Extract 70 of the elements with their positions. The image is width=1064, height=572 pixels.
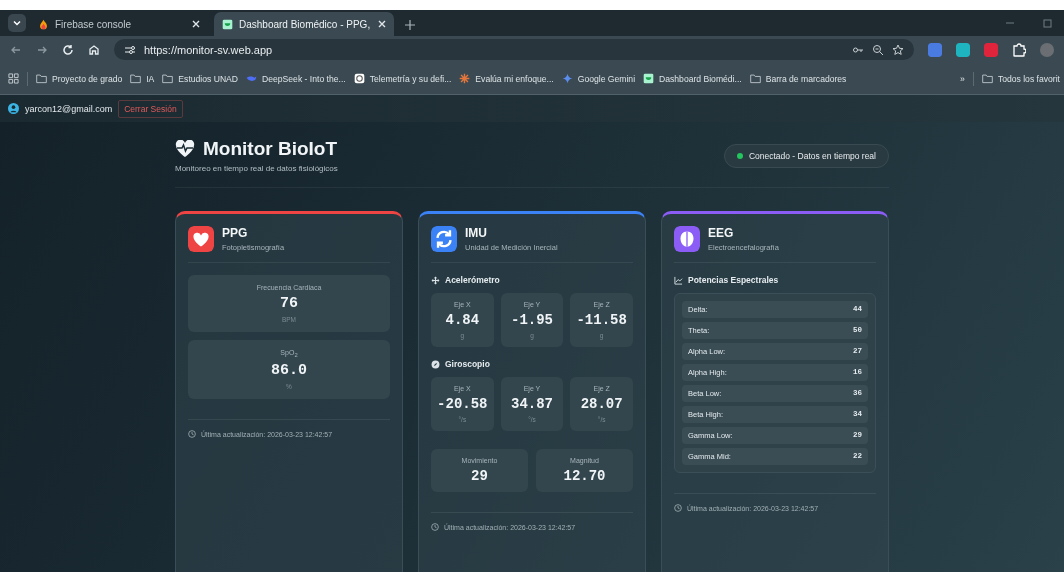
folder-icon [749, 73, 761, 84]
monitor-icon [643, 73, 655, 84]
heartbeat-icon [175, 140, 195, 158]
folder-icon [36, 73, 47, 84]
spark-icon [459, 73, 471, 84]
axis-value: -1.95 [511, 312, 553, 328]
bookmark[interactable]: Google Gemini [561, 73, 636, 84]
card-title: PPG [222, 226, 249, 240]
sync-icon [431, 226, 457, 252]
chat-icon [353, 73, 365, 84]
bookmark[interactable]: Estudios UNAD [162, 73, 239, 84]
axis-value: -20.58 [437, 396, 488, 412]
brain-icon [674, 226, 700, 252]
metric-value: 76 [280, 295, 298, 312]
bookmark[interactable]: Telemetría y su defi... [353, 73, 452, 84]
connection-status: Conectado - Datos en tiempo real [723, 143, 889, 168]
section-title: Potencias Espectrales [688, 275, 779, 285]
bookmark[interactable]: Barra de marcadores [749, 73, 847, 84]
app-subtitle: Monitoreo en tiempo real de datos fisiológicos [175, 164, 338, 173]
site-settings-icon[interactable] [124, 43, 136, 56]
axis-value: 29 [471, 468, 488, 484]
bookmark[interactable]: IA [130, 73, 155, 84]
axis-value: 12.70 [563, 468, 606, 484]
extension-icon[interactable] [956, 42, 970, 57]
bookmark[interactable]: Todos los favorit [981, 73, 1060, 84]
puzzle-icon[interactable] [1012, 42, 1026, 57]
bookmark[interactable]: Evalúa mi enfoque... [459, 73, 554, 84]
folder-icon [130, 73, 142, 84]
metric-value: 86.0 [271, 362, 307, 380]
clock-icon [431, 523, 439, 531]
user-email: yarcon12@gmail.com [25, 103, 113, 114]
logout-button[interactable]: Cerrar Sesión [118, 99, 183, 118]
user-icon [8, 103, 19, 114]
browser-tab[interactable]: Firebase console [30, 12, 210, 36]
close-icon[interactable] [190, 18, 202, 30]
flame-icon [38, 18, 49, 30]
url-text: https://monitor-sv.web.app [144, 43, 274, 56]
bookmark[interactable]: Proyecto de grado [36, 73, 123, 84]
new-tab-icon[interactable] [404, 19, 416, 31]
address-bar[interactable]: https://monitor-sv.web.app [114, 39, 914, 60]
apps-icon[interactable] [8, 73, 19, 84]
bookmark[interactable]: DeepSeek - Into the... [246, 73, 346, 84]
star-icon[interactable] [892, 43, 904, 56]
move-icon [431, 275, 440, 285]
axis-value: 28.07 [580, 396, 623, 412]
more-bookmarks-button[interactable]: » [960, 73, 965, 84]
home-icon[interactable] [88, 43, 100, 56]
card-title: EEG [708, 226, 735, 240]
clock-icon [188, 430, 196, 439]
tab-search-button[interactable] [8, 14, 26, 32]
chart-icon [674, 275, 683, 285]
section-title: Acelerómetro [445, 275, 500, 285]
axis-value: 4.84 [445, 312, 480, 328]
section-title: Giroscopio [445, 359, 490, 369]
bookmark[interactable]: Dashboard Biomédi... [643, 73, 742, 84]
clock-icon [674, 504, 682, 512]
folder-icon [162, 73, 174, 84]
folder-icon [981, 73, 993, 84]
axis-value: -11.58 [576, 312, 627, 328]
monitor-icon [222, 18, 233, 30]
zoom-icon[interactable] [872, 43, 884, 56]
app-title: Monitor BioIoT [203, 138, 338, 160]
sparkle-icon [561, 73, 573, 84]
browser-tab[interactable]: Dashboard Biomédico - PPG, [214, 12, 394, 36]
chevron-icon [13, 19, 21, 27]
restore-icon[interactable] [1042, 17, 1054, 29]
compass-icon [431, 359, 440, 369]
axis-value: 34.87 [511, 396, 553, 412]
card-title: IMU [465, 226, 488, 240]
reload-icon[interactable] [62, 43, 74, 56]
